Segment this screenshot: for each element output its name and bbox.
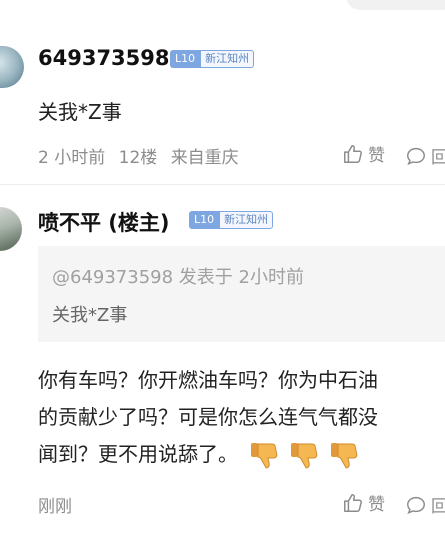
fan-title: 新江知州 [219,211,274,229]
comment-text: 你有车吗？你开燃油车吗？你为中石油 的贡献少了吗？可是你怎么连气气都没 闻到？更… [38,362,445,473]
post-time: 刚刚 [38,497,72,517]
comment-bubble-icon [407,147,425,165]
thumbs-down-emoji [251,442,278,469]
thumbs-up-icon [344,493,362,512]
floor-number: 12楼 [118,148,158,168]
quote-text: 关我*Z事 [52,305,128,326]
reply-button[interactable]: 回 [405,143,445,168]
like-label: 赞 [368,495,385,515]
level-badge: L10 新江知州 [170,50,255,68]
level-badge: L10 新江知州 [189,211,274,229]
like-label: 赞 [368,146,385,166]
comment-meta: 2 小时前 12楼 来自重庆 [38,143,239,168]
comment-line: 的贡献少了吗？可是你怎么连气气都没 [38,405,378,429]
top-pill-button[interactable] [346,0,445,10]
fan-title: 新江知州 [200,50,255,68]
like-button[interactable]: 赞 [342,490,385,515]
emoji-row [248,439,368,473]
reply-label: 回 [431,497,445,517]
comment-line-text: 闻到？更不用说舔了。 [38,442,238,466]
cut-off-text: ━━ ━━━ [30,0,103,11]
level-label: L10 [170,50,201,68]
post-time: 2 小时前 [38,148,106,168]
reply-button[interactable]: 回 [405,492,445,517]
comment-line-last: 闻到？更不用说舔了。 [38,436,445,473]
like-button[interactable]: 赞 [342,141,385,166]
comment-meta: 刚刚 [38,492,72,517]
comment-text: 关我*Z事 [38,100,122,124]
thumbs-down-emoji [291,442,318,469]
comment-line: 你有车吗？你开燃油车吗？你为中石油 [38,368,378,392]
avatar[interactable] [0,46,24,88]
comment-bubble-icon [407,496,425,514]
reply-label: 回 [431,148,445,168]
previous-content-strip: ━━ ━━━ [0,0,445,12]
username[interactable]: 喷不平 (楼主) [38,207,170,237]
quote-meta: @649373598 发表于 2小时前 [52,267,304,288]
comment-divider [0,184,445,185]
avatar[interactable] [0,207,22,251]
location: 来自重庆 [170,148,239,168]
level-label: L10 [189,211,220,229]
username[interactable]: 649373598 [38,46,170,70]
thumbs-down-emoji [331,442,358,469]
quoted-comment[interactable]: @649373598 发表于 2小时前 关我*Z事 [38,246,445,342]
thumbs-up-icon [344,144,362,163]
